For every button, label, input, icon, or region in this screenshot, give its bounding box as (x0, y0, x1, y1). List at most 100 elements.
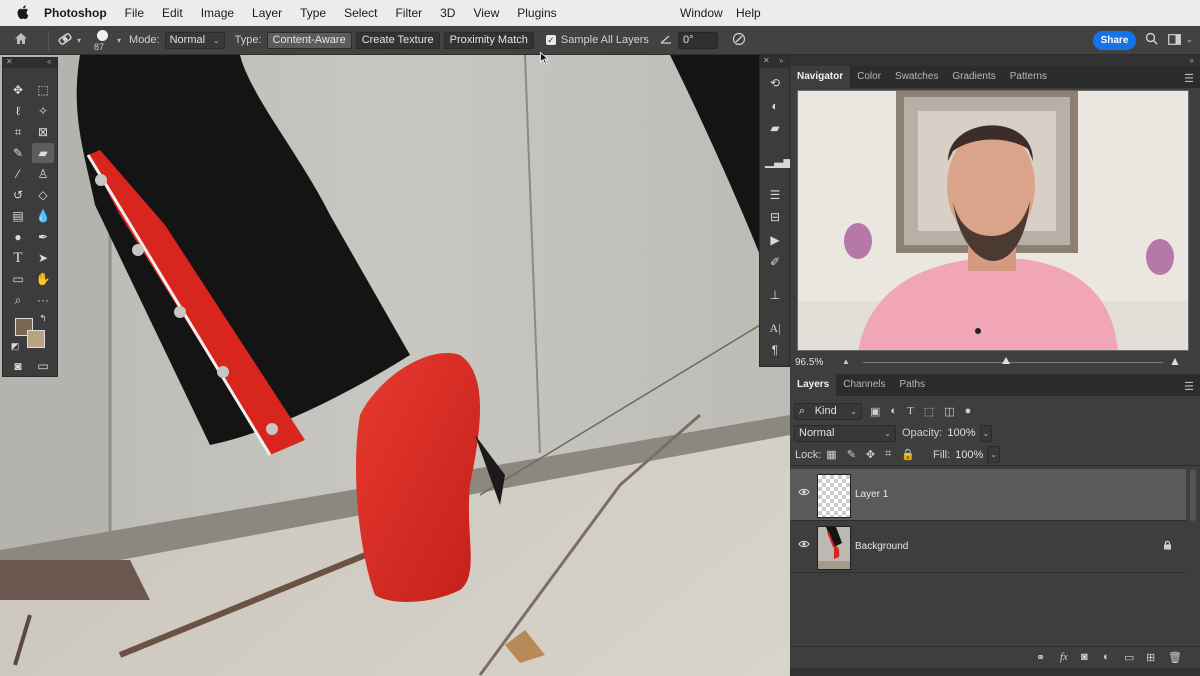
lock-artboard-icon[interactable]: ⌗ (885, 448, 891, 461)
delete-icon[interactable]: 🗑 (1168, 651, 1182, 664)
swap-colors-icon[interactable]: ↰ (37, 312, 49, 324)
zoom-percentage[interactable]: 96.5% (795, 357, 823, 368)
background-color-swatch[interactable] (27, 330, 45, 348)
link-icon[interactable]: ⚭ (1036, 651, 1045, 664)
brushes-panel-icon[interactable]: ✐ (765, 253, 785, 271)
collapse-icon[interactable]: « (47, 57, 51, 66)
workspace-chevron-icon[interactable]: ⌄ (1186, 35, 1193, 44)
history-panel-icon[interactable]: ⟲ (765, 74, 785, 92)
color-panel-icon[interactable]: ◐ (765, 97, 785, 115)
lock-position-icon[interactable]: ✥ (866, 448, 875, 461)
filter-adjustment-icon[interactable]: ◐ (890, 405, 897, 417)
layers-scrollbar[interactable] (1190, 469, 1196, 521)
dock-collapse-icon[interactable]: » (1190, 56, 1194, 65)
home-icon[interactable] (0, 32, 42, 48)
eraser-icon[interactable]: ◇ (32, 185, 54, 205)
filter-shape-icon[interactable]: ⬚ (924, 405, 934, 418)
brush-chevron-icon[interactable]: ▾ (117, 36, 121, 45)
close-icon[interactable]: ✕ (763, 56, 770, 65)
adjustments-panel-icon[interactable]: ⊟ (765, 208, 785, 226)
menu-edit[interactable]: Edit (162, 6, 183, 20)
create-texture-button[interactable]: Create Texture (355, 31, 440, 49)
filter-kind-dropdown[interactable]: ⌕ Kind ⌄ (794, 402, 862, 420)
fill-chevron-icon[interactable]: ⌄ (987, 446, 1000, 463)
filter-type-icon[interactable]: T (907, 405, 914, 417)
pressure-size-icon[interactable] (732, 32, 746, 49)
clone-source-panel-icon[interactable]: ⊥ (765, 286, 785, 304)
brush-preset-picker[interactable]: 87 (85, 27, 117, 53)
menu-select[interactable]: Select (344, 6, 377, 20)
lasso-icon[interactable]: ℓ (7, 101, 29, 121)
actions-panel-icon[interactable]: ▶ (765, 231, 785, 249)
opacity-value[interactable]: 100% (947, 427, 975, 439)
move-icon[interactable]: ✥ (7, 80, 29, 100)
pen-icon[interactable]: ✒ (32, 227, 54, 247)
opacity-chevron-icon[interactable]: ⌄ (979, 424, 993, 442)
default-colors-icon[interactable]: ◩ (9, 340, 21, 352)
sample-all-layers-checkbox[interactable]: ✓ (545, 35, 556, 45)
marquee-icon[interactable]: ⬚ (32, 80, 54, 100)
menu-plugins[interactable]: Plugins (517, 6, 556, 20)
menu-filter[interactable]: Filter (395, 6, 422, 20)
zoom-slider-handle[interactable] (1002, 357, 1010, 364)
lock-transparent-icon[interactable]: ▦ (826, 448, 836, 461)
menu-view[interactable]: View (473, 6, 499, 20)
tab-navigator[interactable]: Navigator (790, 66, 851, 88)
type-icon[interactable]: T (7, 248, 29, 268)
panel-menu-icon[interactable]: ☰ (1184, 380, 1194, 393)
histogram-panel-icon[interactable]: ▁▃▅ (765, 152, 793, 170)
visibility-eye-icon[interactable] (798, 539, 812, 551)
filter-toggle-icon[interactable]: ● (965, 405, 972, 417)
layer-name[interactable]: Background (855, 541, 908, 552)
history-brush-icon[interactable]: ↺ (7, 185, 29, 205)
navigator-preview[interactable] (797, 90, 1189, 351)
tab-channels[interactable]: Channels (836, 374, 892, 396)
properties-panel-icon[interactable]: ☰ (765, 186, 785, 204)
character-panel-icon[interactable]: A| (765, 319, 785, 337)
tab-color[interactable]: Color (850, 66, 888, 88)
menu-layer[interactable]: Layer (252, 6, 282, 20)
hand-icon[interactable]: ✋ (32, 269, 54, 289)
tab-paths[interactable]: Paths (893, 374, 933, 396)
comments-panel-icon[interactable]: ▰ (765, 119, 785, 137)
blend-mode-dropdown[interactable]: Normal ⌄ (794, 424, 896, 442)
adjustment-icon[interactable]: ◐ (1103, 651, 1110, 663)
app-menu[interactable]: Photoshop (44, 6, 107, 20)
filter-smart-object-icon[interactable]: ◫ (944, 405, 954, 418)
workspace-icon[interactable] (1168, 32, 1181, 48)
more-tools-icon[interactable]: ··· (32, 290, 54, 310)
tab-gradients[interactable]: Gradients (945, 66, 1002, 88)
blur-icon[interactable]: 💧 (32, 206, 54, 226)
brush-icon[interactable]: ⁄ (7, 164, 29, 184)
clone-stamp-icon[interactable]: ♙ (32, 164, 54, 184)
lock-pixels-icon[interactable]: ✎ (847, 448, 856, 461)
layer-name[interactable]: Layer 1 (855, 489, 888, 500)
mask-icon[interactable]: ◙ (1081, 651, 1088, 663)
tab-swatches[interactable]: Swatches (888, 66, 945, 88)
visibility-eye-icon[interactable] (798, 487, 812, 499)
proximity-match-button[interactable]: Proximity Match (443, 31, 534, 49)
apple-menu-icon[interactable] (14, 4, 32, 22)
fx-icon[interactable]: fx (1060, 651, 1068, 663)
close-icon[interactable]: ✕ (6, 57, 13, 66)
zoom-slider[interactable] (863, 362, 1163, 363)
content-aware-button[interactable]: Content-Aware (266, 31, 352, 49)
menu-type[interactable]: Type (300, 6, 326, 20)
menu-help[interactable]: Help (736, 0, 761, 26)
magic-wand-icon[interactable]: ✧ (32, 101, 54, 121)
path-selection-icon[interactable]: ➤ (32, 248, 54, 268)
dodge-icon[interactable]: ● (7, 227, 29, 247)
new-layer-icon[interactable]: ⊞ (1146, 651, 1155, 664)
group-icon[interactable]: ▭ (1124, 651, 1134, 664)
quick-mask-icon[interactable]: ◙ (7, 356, 29, 376)
panel-menu-icon[interactable]: ☰ (1184, 72, 1194, 85)
rectangle-icon[interactable]: ▭ (7, 269, 29, 289)
eyedropper-icon[interactable]: ✎ (7, 143, 29, 163)
paragraph-panel-icon[interactable]: ¶ (765, 341, 785, 359)
mode-dropdown[interactable]: Normal ⌄ (164, 31, 225, 49)
filter-pixel-icon[interactable]: ▣ (870, 405, 880, 418)
menu-3d[interactable]: 3D (440, 6, 455, 20)
search-icon[interactable] (1145, 32, 1158, 48)
zoom-in-icon[interactable]: ▲ (1169, 354, 1181, 368)
document-canvas[interactable] (0, 55, 790, 676)
